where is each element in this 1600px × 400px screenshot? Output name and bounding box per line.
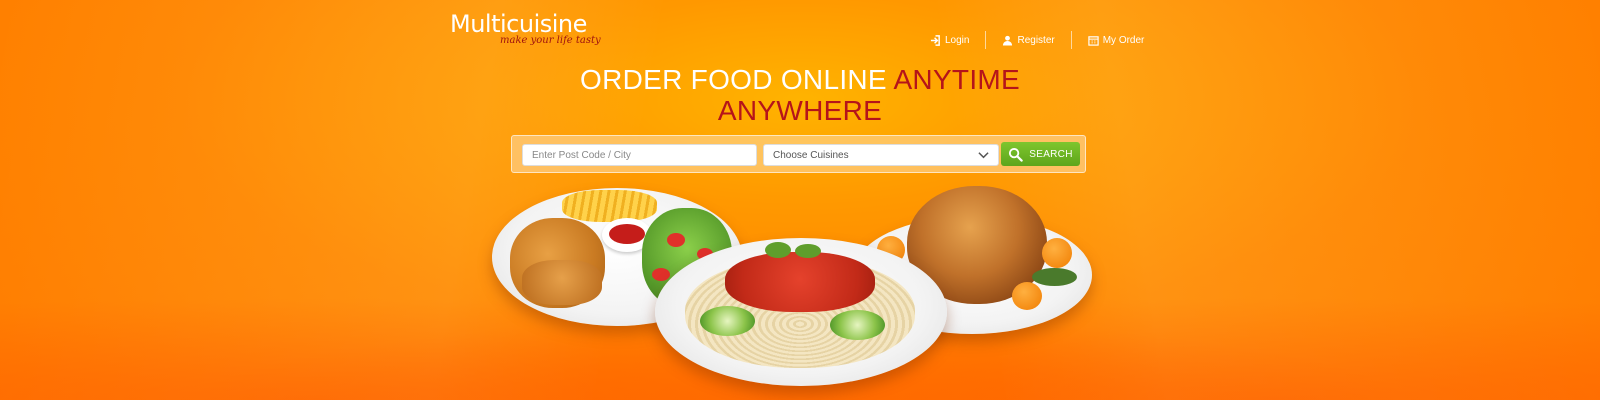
calendar-icon bbox=[1088, 35, 1099, 46]
my-order-link[interactable]: My Order bbox=[1088, 34, 1145, 46]
headline-accent-anytime: ANYTIME bbox=[893, 64, 1021, 95]
register-link[interactable]: Register bbox=[1002, 34, 1055, 46]
nav-divider bbox=[985, 31, 987, 49]
headline-accent-anywhere: ANYWHERE bbox=[717, 95, 883, 126]
logo[interactable]: Multicuisine make your life tasty bbox=[450, 10, 601, 46]
search-bar: Choose Cuisines SEARCH bbox=[511, 135, 1086, 173]
pasta-plate bbox=[655, 238, 947, 390]
search-icon bbox=[1009, 147, 1023, 162]
postcode-input[interactable] bbox=[522, 144, 757, 166]
cuisine-select-value: Choose Cuisines bbox=[773, 149, 849, 161]
top-nav: Login Register My Order bbox=[930, 31, 1144, 49]
nav-divider bbox=[1070, 31, 1072, 49]
search-button[interactable]: SEARCH bbox=[1001, 142, 1080, 166]
my-order-label: My Order bbox=[1102, 34, 1145, 46]
user-icon bbox=[1003, 35, 1013, 46]
search-button-label: SEARCH bbox=[1029, 148, 1073, 160]
login-link[interactable]: Login bbox=[930, 35, 969, 46]
cuisine-select[interactable]: Choose Cuisines bbox=[763, 144, 999, 166]
login-label: Login bbox=[945, 34, 970, 46]
register-label: Register bbox=[1017, 34, 1055, 46]
logo-tagline: make your life tasty bbox=[500, 35, 601, 46]
headline-white: ORDER FOOD ONLINE bbox=[579, 64, 887, 95]
chevron-down-icon bbox=[978, 152, 989, 159]
page-headline: ORDER FOOD ONLINE ANYTIME ANYWHERE bbox=[540, 64, 1060, 126]
logo-name: Multicuisine bbox=[450, 10, 587, 38]
login-icon bbox=[930, 34, 940, 46]
